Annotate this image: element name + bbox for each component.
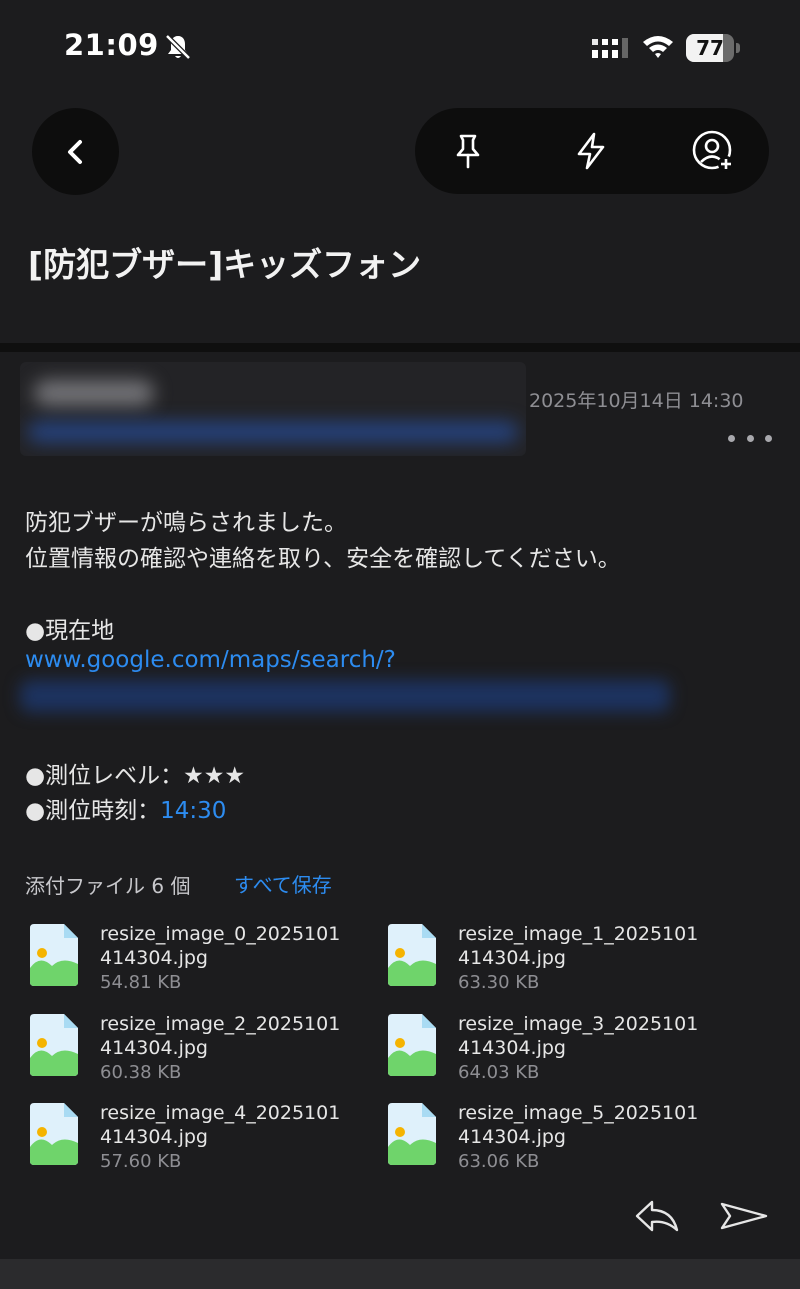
more-dot-icon [746, 434, 754, 442]
attachment-name: resize_image_2_2025101414304.jpg [100, 1013, 341, 1059]
image-file-icon [388, 1103, 436, 1165]
back-chevron-icon [67, 139, 82, 164]
lightning-icon [577, 132, 605, 170]
attachment-item[interactable]: resize_image_3_2025101414304.jpg 64.03 K… [388, 1012, 708, 1084]
bottom-bar [0, 1259, 800, 1289]
attachment-name: resize_image_0_2025101414304.jpg [100, 923, 341, 969]
more-dot-icon [728, 434, 735, 442]
body-line-1: 防犯ブザーが鳴らされました。 [25, 510, 347, 536]
email-date: 2025年10月14日 14:30 [529, 390, 744, 412]
attachment-size: 57.60 KB [100, 1151, 182, 1172]
status-time: 21:09 [64, 28, 159, 62]
quick-action-button[interactable] [569, 129, 613, 173]
attachment-item[interactable]: resize_image_0_2025101414304.jpg 54.81 K… [30, 922, 350, 994]
attachment-name: resize_image_5_2025101414304.jpg [458, 1102, 699, 1148]
attachment-size: 64.03 KB [458, 1062, 540, 1083]
attachment-name: resize_image_3_2025101414304.jpg [458, 1013, 699, 1059]
image-file-icon [388, 924, 436, 986]
sender-info[interactable] [20, 362, 526, 456]
forward-icon[interactable] [720, 1198, 768, 1234]
more-options-button[interactable] [728, 425, 772, 451]
attachment-size: 54.81 KB [100, 972, 182, 993]
time-label: ●測位時刻： [25, 798, 161, 824]
level-stars: ★★★ [183, 763, 245, 789]
attachment-item[interactable]: resize_image_2_2025101414304.jpg 60.38 K… [30, 1012, 350, 1084]
level-line: ●測位レベル：★★★ [25, 756, 245, 790]
attachment-size: 63.30 KB [458, 972, 540, 993]
add-contact-icon [692, 130, 734, 172]
more-dot-icon [765, 434, 772, 442]
action-toolbar [415, 108, 769, 194]
battery-icon: 77 [686, 34, 740, 62]
attachments-header: 添付ファイル 6 個 [25, 874, 191, 898]
attachment-item[interactable]: resize_image_4_2025101414304.jpg 57.60 K… [30, 1101, 350, 1173]
reply-icon[interactable] [634, 1198, 680, 1234]
attachment-item[interactable]: resize_image_1_2025101414304.jpg 63.30 K… [388, 922, 708, 994]
time-value[interactable]: 14:30 [160, 798, 226, 824]
attachment-size: 60.38 KB [100, 1062, 182, 1083]
email-subject: [防犯ブザー]キッズフォン [28, 245, 422, 284]
attachment-name: resize_image_4_2025101414304.jpg [100, 1102, 341, 1148]
save-all-button[interactable]: すべて保存 [234, 869, 332, 898]
sender-name-redacted [34, 380, 154, 406]
signal-icon [592, 38, 628, 58]
pin-button[interactable] [446, 129, 490, 173]
image-file-icon [30, 924, 78, 986]
battery-level: 77 [696, 36, 724, 60]
location-label: ●現在地 [25, 618, 115, 644]
time-line: ●測位時刻：14:30 [25, 791, 226, 825]
image-file-icon [30, 1103, 78, 1165]
wifi-icon [643, 36, 673, 58]
body-line-2: 位置情報の確認や連絡を取り、安全を確認してください。 [25, 546, 621, 572]
attachment-item[interactable]: resize_image_5_2025101414304.jpg 63.06 K… [388, 1101, 708, 1173]
location-link-redacted[interactable] [20, 680, 670, 712]
sender-address-redacted [28, 422, 518, 442]
header-divider [0, 343, 800, 352]
level-label: ●測位レベル： [25, 763, 184, 789]
image-file-icon [30, 1014, 78, 1076]
add-contact-button[interactable] [691, 129, 735, 173]
back-button[interactable] [32, 108, 119, 195]
image-file-icon [388, 1014, 436, 1076]
pin-icon [456, 134, 480, 169]
location-link[interactable]: www.google.com/maps/search/? [25, 647, 396, 673]
bell-slash-icon [165, 34, 191, 60]
attachment-size: 63.06 KB [458, 1151, 540, 1172]
attachment-name: resize_image_1_2025101414304.jpg [458, 923, 699, 969]
